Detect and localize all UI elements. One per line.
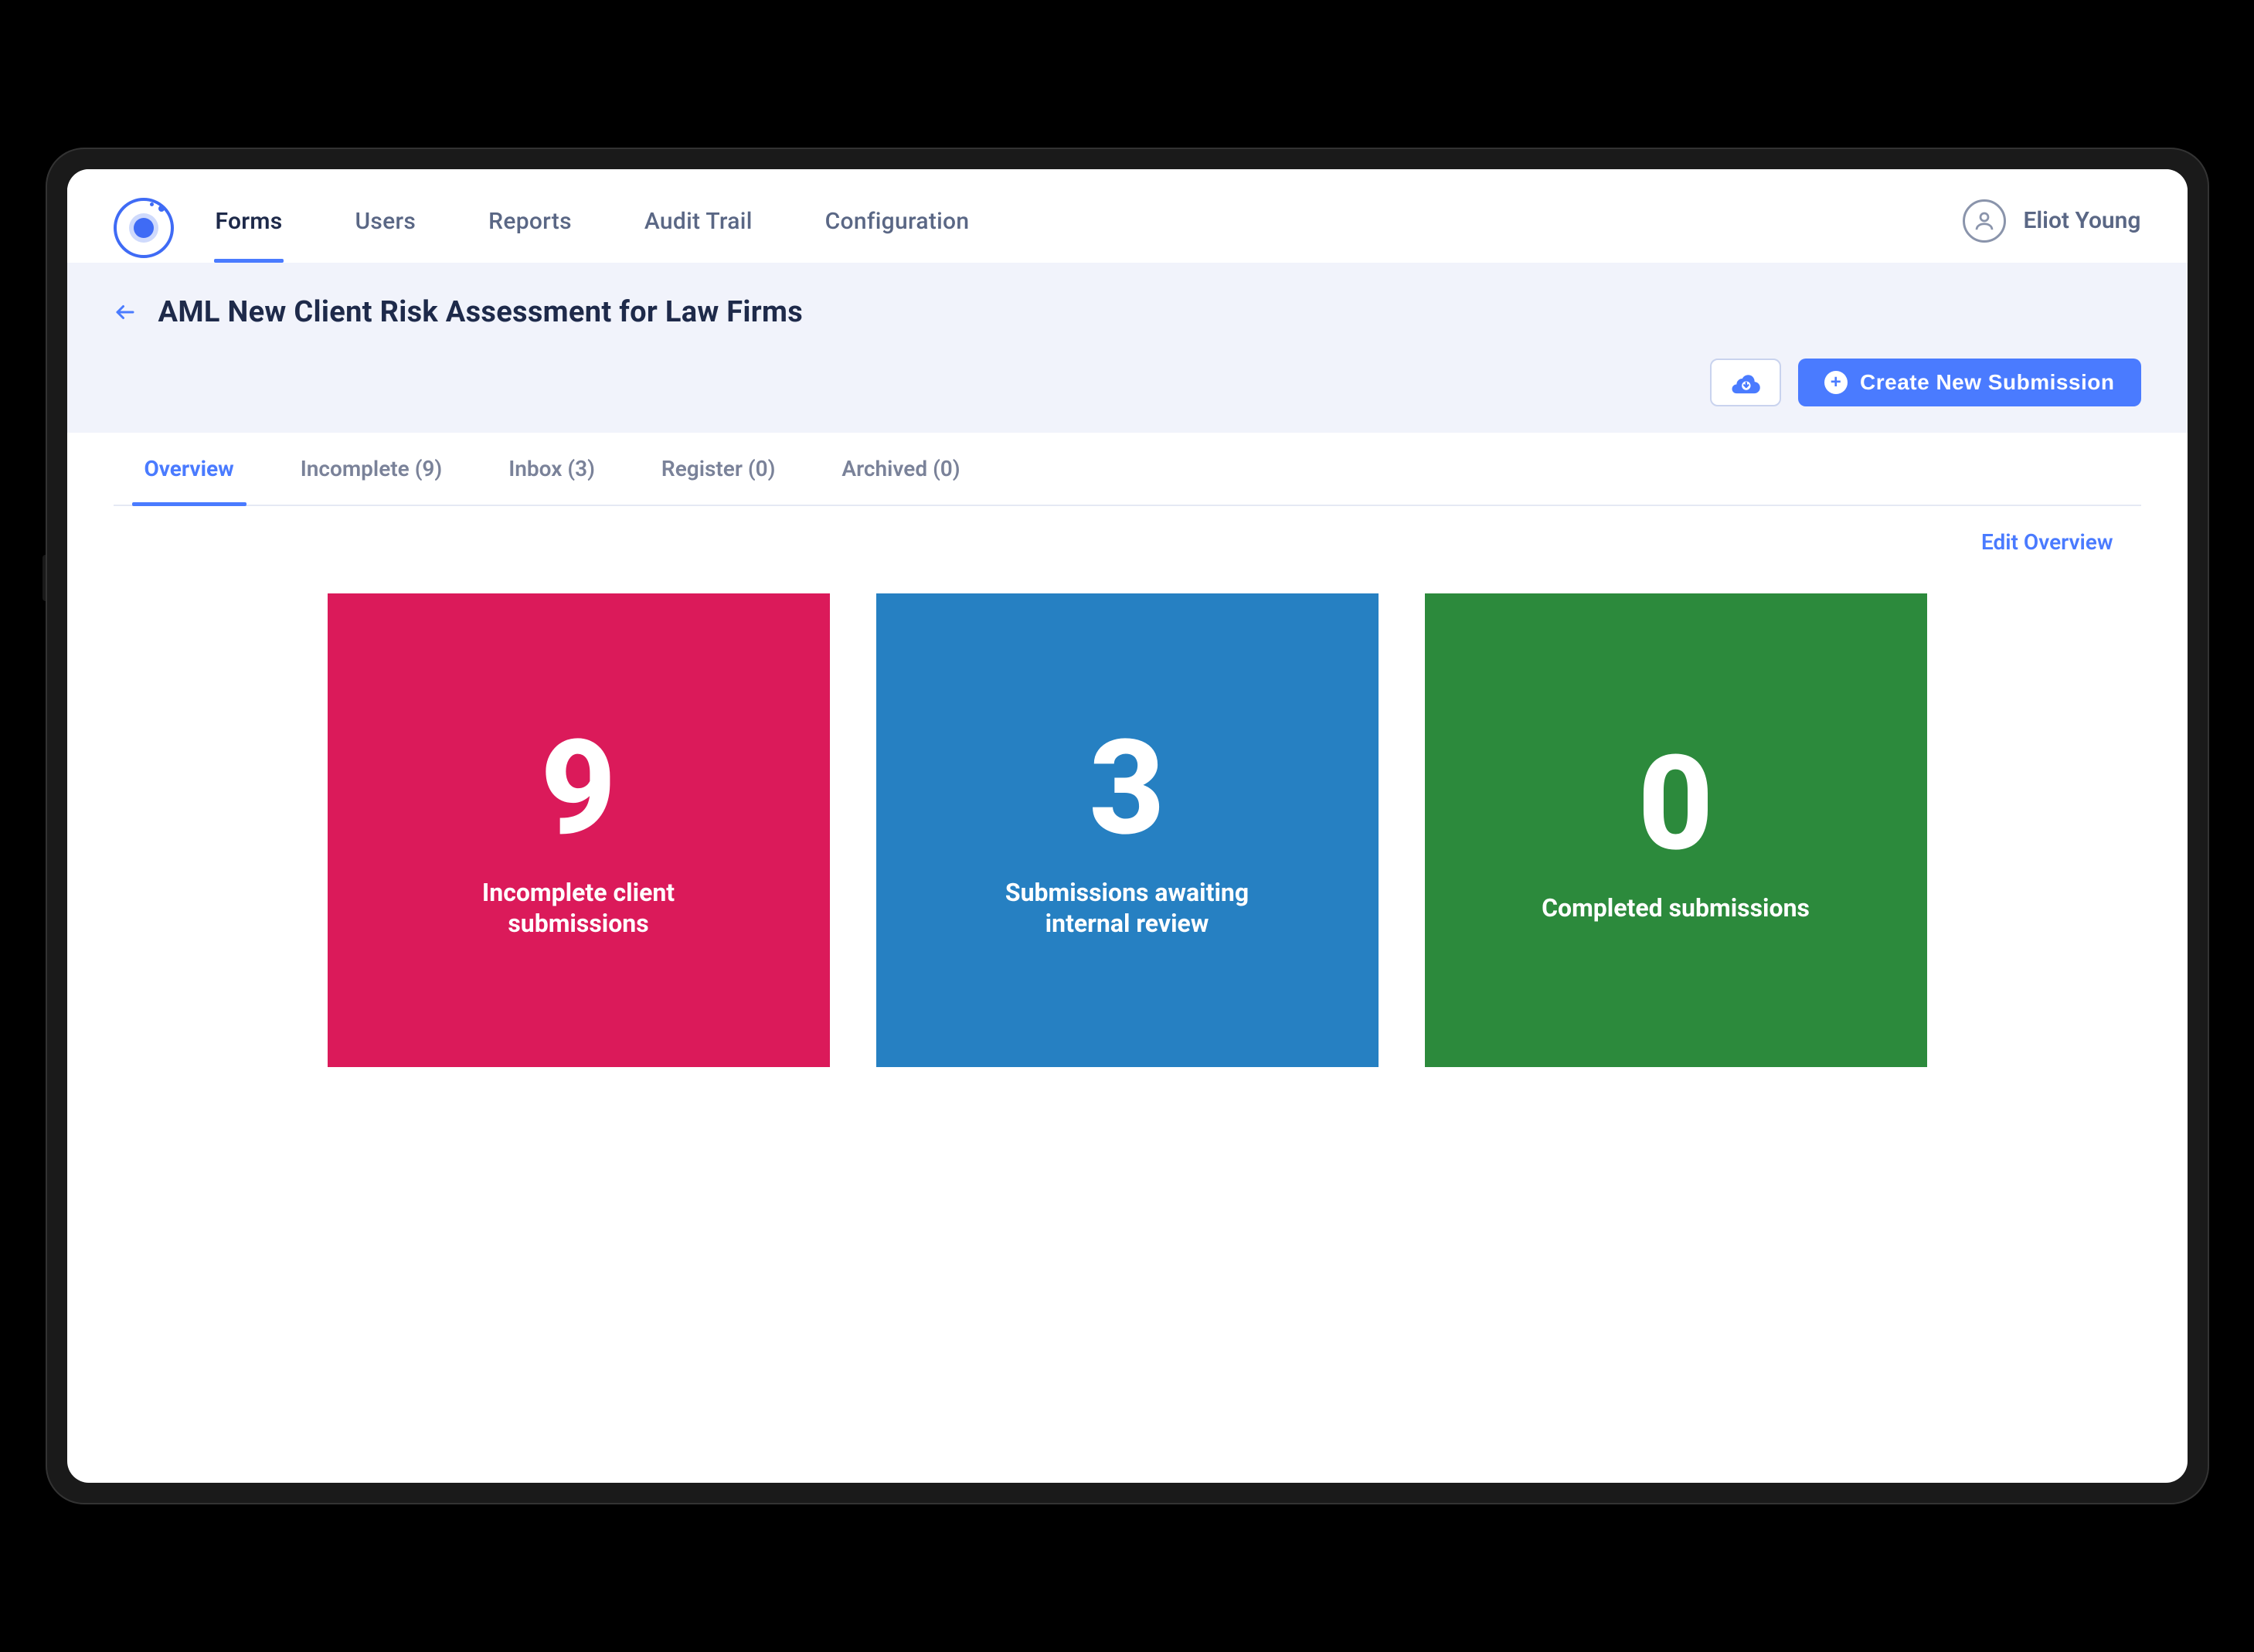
nav-item-forms[interactable]: Forms [214, 192, 284, 263]
card-completed-value: 0 [1637, 738, 1713, 869]
tabs: Overview Incomplete (9) Inbox (3) Regist… [114, 433, 2141, 506]
download-button[interactable] [1710, 359, 1781, 406]
nav-item-users[interactable]: Users [353, 192, 417, 263]
tab-overview[interactable]: Overview [141, 433, 237, 505]
tab-inbox[interactable]: Inbox (3) [505, 433, 598, 505]
card-awaiting-label: Submissions awaiting internal review [965, 877, 1290, 939]
tab-register[interactable]: Register (0) [658, 433, 779, 505]
card-incomplete-value: 9 [540, 722, 616, 854]
edit-row: Edit Overview [114, 506, 2141, 563]
create-button-label: Create New Submission [1860, 370, 2114, 395]
page-title: AML New Client Risk Assessment for Law F… [158, 295, 804, 329]
app-logo[interactable] [114, 198, 174, 258]
app-screen: Forms Users Reports Audit Trail Configur… [67, 169, 2188, 1483]
cloud-download-icon [1730, 371, 1761, 394]
tab-incomplete[interactable]: Incomplete (9) [297, 433, 446, 505]
subheader: AML New Client Risk Assessment for Law F… [67, 263, 2188, 433]
overview-cards: 9 Incomplete client submissions 3 Submis… [114, 563, 2141, 1137]
user-menu[interactable]: Eliot Young [1963, 199, 2140, 257]
nav-item-reports[interactable]: Reports [487, 192, 573, 263]
back-arrow-icon[interactable] [114, 301, 137, 324]
create-new-submission-button[interactable]: + Create New Submission [1798, 359, 2140, 406]
title-row: AML New Client Risk Assessment for Law F… [114, 295, 2141, 329]
plus-circle-icon: + [1824, 371, 1848, 394]
top-nav: Forms Users Reports Audit Trail Configur… [67, 169, 2188, 263]
action-row: + Create New Submission [114, 359, 2141, 406]
card-incomplete-label: Incomplete client submissions [416, 877, 741, 939]
card-completed[interactable]: 0 Completed submissions [1425, 593, 1927, 1067]
content-panel: Overview Incomplete (9) Inbox (3) Regist… [114, 433, 2141, 1483]
tab-archived[interactable]: Archived (0) [838, 433, 963, 505]
card-awaiting-review[interactable]: 3 Submissions awaiting internal review [876, 593, 1379, 1067]
user-name-label: Eliot Young [2023, 207, 2140, 234]
card-awaiting-value: 3 [1089, 722, 1164, 854]
tablet-frame: Forms Users Reports Audit Trail Configur… [46, 148, 2209, 1504]
edit-overview-link[interactable]: Edit Overview [1981, 529, 2113, 555]
card-completed-label: Completed submissions [1542, 892, 1810, 923]
avatar-icon [1963, 199, 2006, 243]
card-incomplete[interactable]: 9 Incomplete client submissions [328, 593, 830, 1067]
nav-item-audit-trail[interactable]: Audit Trail [643, 192, 754, 263]
nav-items: Forms Users Reports Audit Trail Configur… [214, 192, 971, 263]
nav-item-configuration[interactable]: Configuration [824, 192, 971, 263]
